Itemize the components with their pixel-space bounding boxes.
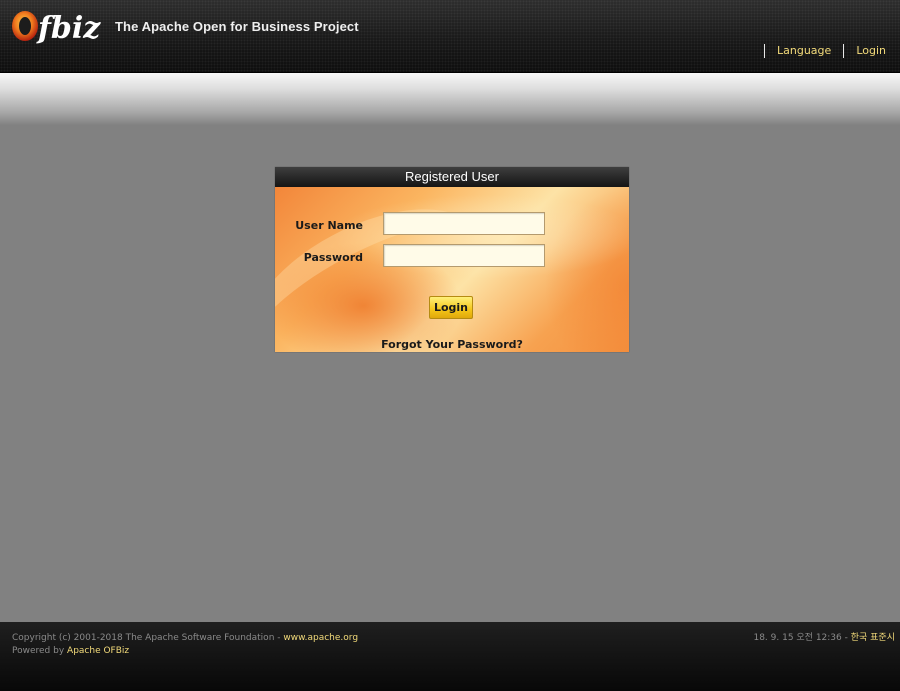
password-field[interactable] — [383, 244, 545, 267]
timezone-link[interactable]: 한국 표준시 — [851, 633, 895, 643]
copyright-line: Copyright (c) 2001-2018 The Apache Softw… — [12, 632, 358, 645]
login-form: User Name Password Login Forgot Your Pas… — [275, 187, 629, 352]
site-tagline: The Apache Open for Business Project — [115, 19, 359, 34]
ofbiz-logo[interactable]: fbiz — [11, 6, 103, 46]
datetime-text: 18. 9. 15 오전 12:36 - — [753, 633, 851, 643]
footer-datetime: 18. 9. 15 오전 12:36 - 한국 표준시 — [753, 632, 895, 645]
copyright-text: Copyright (c) 2001-2018 The Apache Softw… — [12, 633, 284, 643]
header-nav: Language Login — [764, 44, 886, 58]
forgot-password-link[interactable]: Forgot Your Password? — [275, 338, 629, 351]
powered-by-text: Powered by — [12, 646, 68, 656]
app-header: fbiz The Apache Open for Business Projec… — [0, 0, 900, 73]
username-field[interactable] — [383, 212, 545, 235]
username-label: User Name — [295, 219, 363, 232]
login-submit-button[interactable]: Login — [429, 296, 473, 319]
apache-ofbiz-link[interactable]: Apache OFBiz — [67, 646, 129, 656]
password-label: Password — [303, 251, 363, 264]
login-link[interactable]: Login — [843, 44, 886, 58]
app-footer: Copyright (c) 2001-2018 The Apache Softw… — [0, 622, 900, 691]
apache-org-link[interactable]: www.apache.org — [283, 633, 358, 643]
ofbiz-logo-icon: fbiz — [12, 11, 101, 46]
svg-text:fbiz: fbiz — [36, 11, 101, 46]
footer-left: Copyright (c) 2001-2018 The Apache Softw… — [12, 632, 358, 658]
language-link[interactable]: Language — [764, 44, 831, 58]
login-panel: Registered User User Name Password Login… — [275, 167, 629, 352]
login-panel-title: Registered User — [275, 167, 629, 187]
header-gradient-band — [0, 73, 900, 125]
powered-by-line: Powered by Apache OFBiz — [12, 645, 358, 658]
